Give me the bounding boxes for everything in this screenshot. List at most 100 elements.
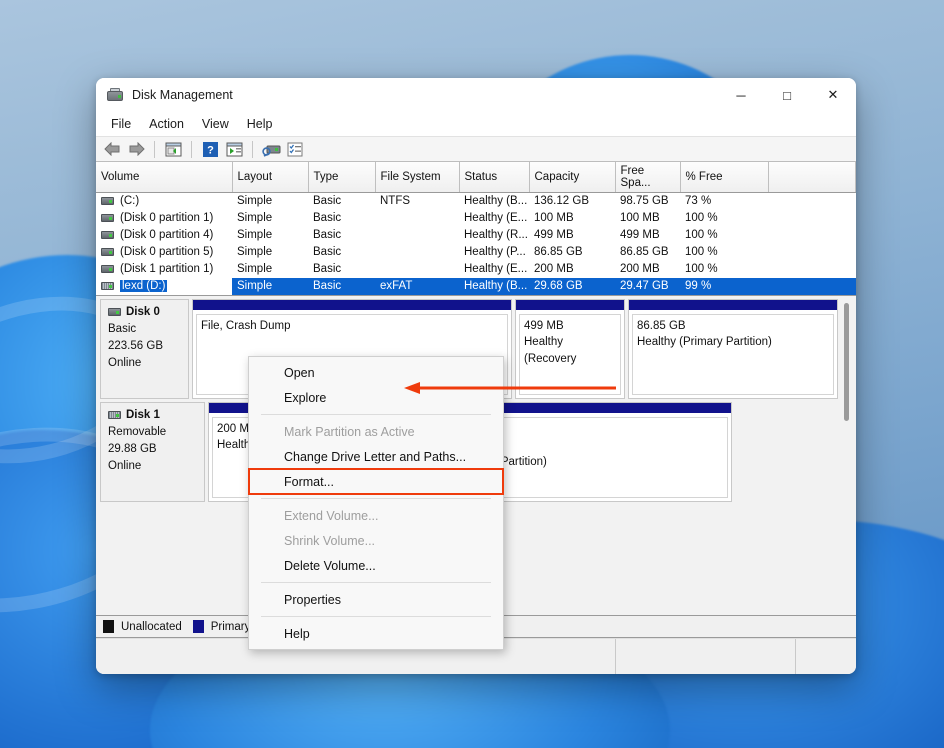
legend-swatch-unallocated <box>103 620 114 633</box>
cell-file-system <box>375 261 459 278</box>
cell-status: Healthy (B... <box>459 277 529 295</box>
forward-icon[interactable] <box>125 138 147 160</box>
table-row[interactable]: (Disk 1 partition 1) Simple Basic Healthy (… <box>96 261 856 278</box>
context-menu-item-shrink-volume: Shrink Volume... <box>284 533 376 548</box>
table-row[interactable]: (Disk 0 partition 5) Simple Basic Healthy (… <box>96 244 856 261</box>
table-row[interactable]: (C:) Simple Basic NTFS Healthy (B... 136.12 G… <box>96 193 856 210</box>
context-menu-item-delete-volume[interactable]: Delete Volume... <box>249 553 503 578</box>
status-bar-segment <box>616 639 796 674</box>
column-header-layout[interactable]: Layout <box>232 162 309 193</box>
disk-status: Online <box>108 357 142 369</box>
cell-volume: (Disk 0 partition 1) <box>96 210 232 227</box>
up-one-level-icon[interactable] <box>162 138 184 160</box>
cell-free-space: 29.47 GB <box>615 277 680 295</box>
disk-pane-scrollbar[interactable] <box>840 298 853 612</box>
context-menu-item-help[interactable]: Help <box>249 621 503 646</box>
column-header-filler[interactable] <box>768 162 856 193</box>
cell-percent-free: 73 % <box>685 195 712 208</box>
column-header-capacity[interactable]: Capacity <box>529 162 616 193</box>
context-menu-item-format[interactable]: Format... <box>248 468 504 495</box>
help-icon[interactable]: ? <box>199 138 221 160</box>
table-row[interactable]: (Disk 0 partition 1) Simple Basic Healthy (… <box>96 210 856 227</box>
menu-bar: File Action View Help <box>96 112 856 136</box>
context-menu-item-extend-volume: Extend Volume... <box>284 508 379 523</box>
context-menu-item-properties[interactable]: Properties <box>249 587 503 612</box>
table-row[interactable]: lexd (D:) Simple Basic exFAT Healthy (B... 29… <box>96 277 856 295</box>
cell-capacity: 136.12 GB <box>534 195 589 208</box>
disk-info-panel[interactable]: Disk 1 Removable 29.88 GB Online <box>100 401 205 502</box>
volume-list[interactable]: Volume Layout Type File System Status Ca… <box>96 162 856 296</box>
menu-item-action[interactable]: Action <box>140 114 193 134</box>
cell-free-space: 98.75 GB <box>620 195 669 208</box>
volume-context-menu[interactable]: Open Explore Mark Partition as Active Chang… <box>248 356 504 650</box>
column-header-file-system[interactable]: File System <box>375 162 460 193</box>
svg-text:?: ? <box>207 144 214 156</box>
menu-item-view[interactable]: View <box>193 114 238 134</box>
properties-icon[interactable] <box>284 138 306 160</box>
partition-color-bar <box>193 299 511 311</box>
context-menu-separator <box>261 582 491 583</box>
column-header-free-space[interactable]: Free Spa... <box>615 162 681 193</box>
cell-layout: Simple <box>237 212 273 224</box>
rescan-disks-icon[interactable] <box>260 138 282 160</box>
cell-layout: Simple <box>237 229 273 241</box>
cell-layout: Simple <box>237 195 273 208</box>
context-menu-item-change-drive-letter-and-paths[interactable]: Change Drive Letter and Paths... <box>249 444 503 469</box>
title-bar: Disk Management ─ □ ✕ <box>96 78 856 112</box>
fixed-drive-icon <box>101 248 114 256</box>
legend-label-unallocated: Unallocated <box>121 620 182 633</box>
partition-status: Healthy (Primary Partition) <box>637 336 772 349</box>
cell-status: Healthy (E... <box>464 212 528 224</box>
toolbar-separator <box>252 140 253 158</box>
column-header-percent-free[interactable]: % Free <box>680 162 769 193</box>
cell-file-system <box>375 210 459 227</box>
back-icon[interactable] <box>101 138 123 160</box>
partition-size: 499 MB <box>524 319 564 332</box>
column-header-volume[interactable]: Volume <box>96 162 233 193</box>
show-action-pane-icon[interactable] <box>223 138 245 160</box>
cell-filler <box>768 277 856 295</box>
cell-type: Basic <box>313 246 342 258</box>
cell-capacity: 499 MB <box>534 229 574 241</box>
removable-drive-icon <box>108 410 121 419</box>
removable-drive-icon <box>101 282 114 290</box>
menu-item-help[interactable]: Help <box>238 114 282 134</box>
volume-name: (C:) <box>120 195 140 208</box>
minimize-button[interactable]: ─ <box>718 78 764 112</box>
partition-details: 86.85 GB Healthy (Primary Partition) <box>632 313 834 395</box>
cell-file-system: NTFS <box>380 195 411 208</box>
table-row[interactable]: (Disk 0 partition 4) Simple Basic Healthy (… <box>96 227 856 244</box>
cell-type: Basic <box>313 195 342 208</box>
cell-file-system: exFAT <box>375 277 459 295</box>
cell-free-space: 200 MB <box>620 263 660 275</box>
cell-free-space: 86.85 GB <box>620 246 669 258</box>
column-header-type[interactable]: Type <box>308 162 376 193</box>
disk-capacity: 223.56 GB <box>108 339 163 352</box>
status-bar-segment <box>796 639 856 674</box>
cell-layout: Simple <box>237 246 273 258</box>
cell-capacity: 29.68 GB <box>529 277 615 295</box>
disk-info-panel[interactable]: Disk 0 Basic 223.56 GB Online <box>100 298 189 399</box>
volume-name: (Disk 0 partition 4) <box>120 229 214 241</box>
fixed-drive-icon <box>101 214 114 222</box>
fixed-drive-icon <box>101 231 114 239</box>
cell-volume: (Disk 0 partition 5) <box>96 244 232 261</box>
menu-item-file[interactable]: File <box>102 114 140 134</box>
fixed-drive-icon <box>108 307 121 316</box>
partition-block[interactable]: 86.85 GB Healthy (Primary Partition) <box>628 298 838 399</box>
annotation-arrow <box>404 381 616 394</box>
maximize-button[interactable]: □ <box>764 78 810 112</box>
cell-capacity: 200 MB <box>534 263 574 275</box>
column-header-status[interactable]: Status <box>459 162 530 193</box>
cell-capacity: 86.85 GB <box>534 246 583 258</box>
cell-free-space: 100 MB <box>620 212 660 224</box>
close-button[interactable]: ✕ <box>810 78 856 112</box>
cell-layout: Simple <box>232 277 308 295</box>
cell-type: Basic <box>313 229 342 241</box>
cell-layout: Simple <box>237 263 273 275</box>
fixed-drive-icon <box>101 265 114 273</box>
toolbar-separator <box>154 140 155 158</box>
cell-type: Basic <box>313 212 342 224</box>
partition-size: 86.85 GB <box>637 319 686 332</box>
scrollbar-thumb[interactable] <box>844 302 849 421</box>
